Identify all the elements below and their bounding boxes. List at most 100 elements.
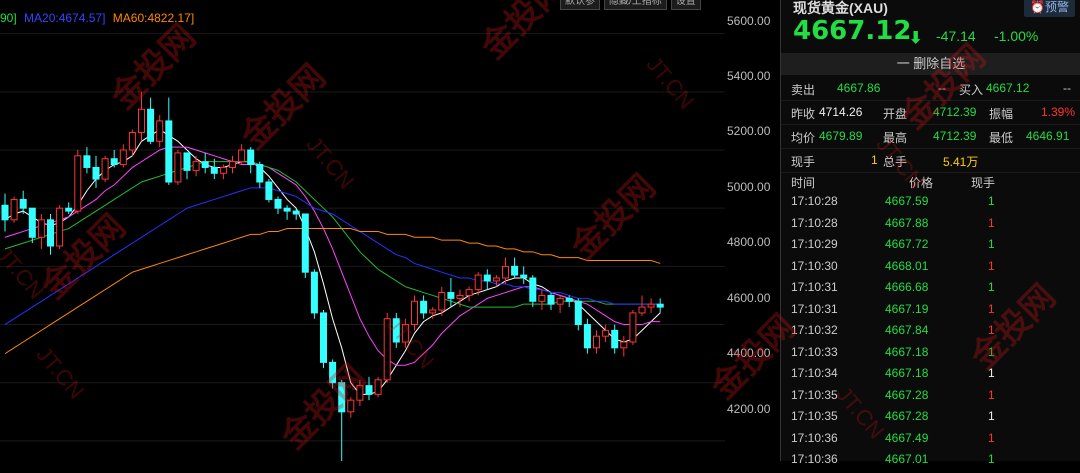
candle-body <box>620 341 628 349</box>
candle-body <box>602 329 610 337</box>
candle-body <box>256 164 264 183</box>
tick-price: 4667.18 <box>885 366 929 380</box>
candle <box>374 376 382 398</box>
tick-vol: 1 <box>988 387 995 402</box>
candle-body <box>156 120 164 142</box>
tick-vol: 1 <box>988 194 995 208</box>
candle-body <box>520 274 528 279</box>
candle <box>201 152 209 174</box>
candle-body <box>329 361 337 384</box>
candle-body <box>65 207 73 212</box>
candle <box>638 295 646 316</box>
tick-time: 17:10:34 <box>791 366 838 380</box>
kline-chart[interactable]: 4097.99 <box>0 0 725 461</box>
candle-body <box>174 152 182 183</box>
candle <box>292 208 300 220</box>
candle <box>238 144 246 165</box>
tick-vol: 1 <box>988 409 995 423</box>
candle-body <box>183 152 191 171</box>
candle-body <box>147 108 155 142</box>
candle <box>229 155 236 174</box>
total-vol-label: 总手 <box>883 155 908 169</box>
candle-body <box>538 294 546 302</box>
candle <box>356 379 364 406</box>
candle <box>301 213 309 278</box>
candle <box>83 147 91 174</box>
candle <box>583 318 591 354</box>
candle <box>247 147 255 174</box>
y-tick-label: 5600.00 <box>727 14 771 28</box>
candle <box>620 336 628 357</box>
tick-time: 17:10:33 <box>791 344 838 359</box>
candle <box>283 205 291 220</box>
kline-chart-area[interactable]: 4097.99 90] MA20:4674.57] MA60:4822.17] … <box>0 0 780 461</box>
buy-label: 买入 <box>959 83 984 97</box>
candle-body <box>420 300 428 314</box>
candle-body <box>574 300 582 326</box>
overlay-indicator-button[interactable]: 隐藏/上指标 <box>604 0 667 10</box>
candle-body <box>229 161 236 168</box>
params-button[interactable]: 默认参 <box>560 0 600 10</box>
y-tick-label: 5200.00 <box>727 124 771 138</box>
tick-row: 17:10:32 4667.84 1 <box>781 323 1080 344</box>
tick-time: 17:10:32 <box>791 323 838 337</box>
candle <box>420 295 428 319</box>
candle <box>520 266 528 284</box>
candle <box>101 155 109 182</box>
stats-row-3: 现手 1 总手 5.41万 <box>781 149 1080 173</box>
candle <box>611 324 619 354</box>
ma60-line <box>4 228 661 355</box>
tick-price: 4668.01 <box>885 258 929 273</box>
candle <box>556 295 564 313</box>
candle <box>47 214 54 255</box>
price-change: -47.14 <box>936 28 976 44</box>
candle-body <box>274 198 282 209</box>
candle-body <box>201 161 209 168</box>
candle-body <box>74 155 82 212</box>
candle <box>147 97 155 145</box>
tick-row: 17:10:30 4668.01 1 <box>781 259 1080 280</box>
candle-body <box>529 277 537 302</box>
candle-body <box>10 198 18 221</box>
candle <box>365 376 373 401</box>
candle <box>1 193 9 232</box>
candle <box>465 286 473 302</box>
candle <box>529 275 537 308</box>
candle <box>310 269 318 319</box>
y-tick-label: 4200.00 <box>727 402 771 416</box>
down-arrow-icon: ⬇ <box>909 30 923 47</box>
price-change-pct: -1.00% <box>994 28 1039 44</box>
y-tick-label: 4600.00 <box>727 291 771 305</box>
candle-body <box>593 335 600 349</box>
candle <box>74 150 82 214</box>
buy-price: 4667.12 <box>986 81 1030 95</box>
candle-body <box>310 271 318 314</box>
tick-price: 4667.49 <box>885 430 929 445</box>
tick-price: 4666.68 <box>885 280 929 294</box>
remove-watchlist-button[interactable]: 一 删除自选 <box>781 53 1080 75</box>
y-tick-label: 4800.00 <box>727 235 771 249</box>
ma10-line <box>4 146 661 366</box>
candle-body <box>19 198 27 209</box>
candle-body <box>401 324 409 343</box>
alert-button[interactable]: ⏰预警 <box>1024 0 1075 17</box>
candle-body <box>656 303 664 308</box>
candle-body <box>647 303 655 308</box>
candle-body <box>101 158 109 180</box>
settings-button[interactable]: 设置 <box>670 0 701 10</box>
candle-body <box>556 297 564 305</box>
candle <box>574 298 582 331</box>
stats-row-1: 昨收 4714.26 开盘 4712.39 振幅 1.39% <box>781 101 1080 125</box>
candle <box>138 91 145 142</box>
candle <box>274 196 282 214</box>
candle-body <box>265 181 273 200</box>
tick-price: 4667.84 <box>885 323 929 337</box>
candle-body <box>547 294 555 305</box>
candle <box>110 150 118 168</box>
tick-row: 17:10:35 4667.28 1 <box>781 388 1080 409</box>
candle-body <box>219 166 227 174</box>
candle <box>37 214 45 249</box>
candle-body <box>119 149 127 166</box>
amplitude: 1.39% <box>1041 105 1076 119</box>
tick-vol: 1 <box>988 430 995 445</box>
